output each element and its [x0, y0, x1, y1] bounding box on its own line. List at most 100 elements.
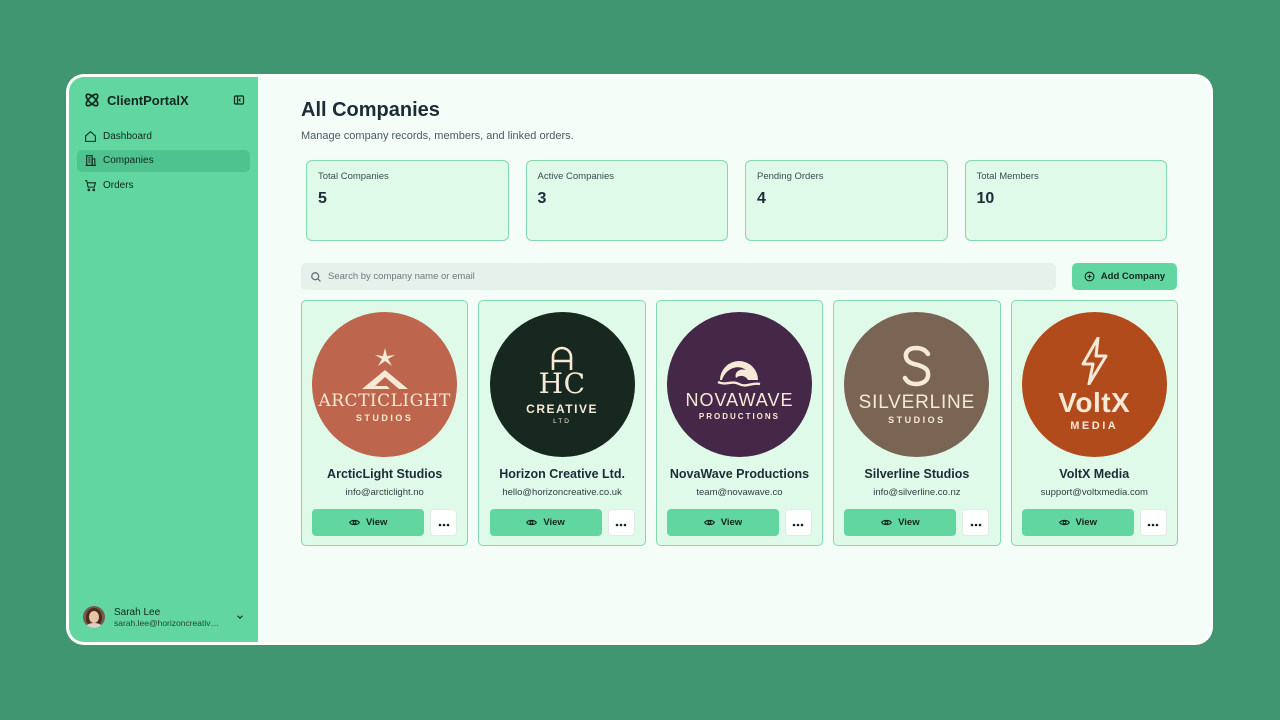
toolbar: Add Company	[301, 263, 1177, 290]
company-email: info@silverline.co.nz	[873, 487, 961, 498]
stat-label: Total Members	[976, 171, 1039, 182]
ellipsis-icon	[615, 514, 627, 532]
cart-icon	[83, 178, 97, 192]
eye-icon	[1058, 517, 1070, 528]
logo-subtext: MEDIA	[1070, 420, 1119, 432]
eye-icon	[349, 517, 360, 528]
view-button[interactable]: View	[312, 509, 425, 536]
logo-wordmark: SILVERLINE	[858, 391, 976, 413]
more-options-button[interactable]	[1139, 509, 1167, 536]
page-title: All Companies	[301, 99, 440, 121]
view-label: View	[1075, 517, 1097, 528]
building-icon	[83, 154, 97, 168]
app-name: ClientPortalX	[107, 92, 189, 108]
user-email: sarah.lee@horizoncreative.co.uk	[114, 617, 222, 628]
view-button[interactable]: View	[844, 509, 957, 536]
stat-value: 5	[318, 190, 327, 207]
view-label: View	[898, 517, 920, 528]
sidebar-item-label: Orders	[103, 179, 134, 191]
sidebar-item-companies[interactable]: Companies	[77, 149, 250, 172]
logo-wordmark: VoltX	[1058, 387, 1131, 418]
silverline-s-mark-icon	[900, 345, 934, 387]
logo-wordmark: HC	[538, 367, 586, 400]
company-card: SILVERLINE STUDIOS Silverline Studios in…	[833, 300, 1001, 546]
company-name: Silverline Studios	[864, 467, 970, 481]
company-email: hello@horizoncreative.co.uk	[502, 487, 622, 498]
app-logo-icon	[83, 91, 101, 109]
search-input[interactable]	[328, 271, 728, 282]
company-grid: ARCTICLIGHT STUDIOS ArcticLight Studios …	[301, 300, 1178, 546]
logo-wordmark: ARCTICLIGHT	[318, 391, 451, 411]
user-name: Sarah Lee	[114, 606, 161, 618]
sidebar-item-label: Companies	[103, 155, 154, 166]
company-email: support@voltxmedia.com	[1040, 487, 1148, 498]
brand: ClientPortalX	[69, 77, 258, 123]
lightning-bolt-icon	[1079, 337, 1109, 385]
logo-subtext-secondary: LTD	[553, 418, 571, 425]
eye-icon	[526, 517, 538, 528]
stat-label: Pending Orders	[757, 171, 824, 182]
company-name: ArcticLight Studios	[327, 467, 443, 481]
company-card: NOVAWAVE PRODUCTIONS NovaWave Production…	[655, 300, 824, 546]
eye-icon	[703, 517, 715, 528]
ellipsis-icon	[792, 514, 804, 532]
company-email: info@arcticlight.no	[345, 487, 424, 498]
company-logo: VoltX MEDIA	[1021, 312, 1167, 457]
more-options-button[interactable]	[607, 509, 635, 536]
chevron-down-icon[interactable]	[234, 611, 246, 623]
company-name: VoltX Media	[1059, 467, 1130, 481]
sidebar-toggle-icon[interactable]	[232, 93, 246, 107]
more-options-button[interactable]	[962, 509, 990, 536]
plus-circle-icon	[1084, 271, 1096, 283]
wave-mark-icon	[716, 348, 762, 388]
logo-subtext: STUDIOS	[888, 414, 946, 425]
ellipsis-icon	[970, 514, 982, 532]
view-button[interactable]: View	[1021, 509, 1134, 536]
stat-value: 10	[976, 190, 995, 207]
sidebar-nav: Dashboard Companies Orders	[69, 125, 258, 196]
arcticlight-mark-icon	[357, 346, 413, 390]
home-icon	[83, 129, 97, 143]
app-frame: ClientPortalX Dashboard Companies Orders…	[69, 77, 1210, 642]
company-logo: NOVAWAVE PRODUCTIONS	[666, 312, 812, 457]
company-card: VoltX MEDIA VoltX Media support@voltxmed…	[1010, 300, 1178, 546]
stat-label: Active Companies	[537, 171, 615, 182]
view-button[interactable]: View	[489, 509, 602, 536]
logo-subtext: CREATIVE	[526, 402, 598, 416]
more-options-button[interactable]	[784, 509, 812, 536]
stat-card-total-members: Total Members 10	[964, 160, 1167, 241]
view-button[interactable]: View	[666, 509, 779, 536]
user-menu[interactable]: Sarah Lee sarah.lee@horizoncreative.co.u…	[69, 606, 258, 628]
search-box[interactable]	[301, 263, 1056, 290]
search-icon	[310, 271, 322, 283]
sidebar: ClientPortalX Dashboard Companies Orders…	[69, 77, 258, 642]
add-company-button[interactable]: Add Company	[1072, 263, 1177, 290]
company-logo: HC CREATIVE LTD	[489, 312, 635, 457]
company-card: ARCTICLIGHT STUDIOS ArcticLight Studios …	[301, 300, 469, 546]
sidebar-item-label: Dashboard	[103, 130, 152, 142]
card-actions: View	[489, 509, 635, 536]
more-options-button[interactable]	[430, 509, 458, 536]
stats-row: Total Companies 5 Active Companies 3 Pen…	[301, 160, 1167, 241]
stat-card-active-companies: Active Companies 3	[525, 160, 728, 241]
add-company-label: Add Company	[1100, 271, 1166, 282]
logo-subtext: PRODUCTIONS	[698, 412, 781, 421]
ellipsis-icon	[438, 514, 450, 532]
card-actions: View	[1021, 509, 1167, 536]
sidebar-item-dashboard[interactable]: Dashboard	[77, 125, 250, 147]
card-actions: View	[844, 509, 990, 536]
stat-value: 4	[757, 190, 766, 207]
view-label: View	[365, 517, 388, 528]
card-actions: View	[312, 509, 458, 536]
ellipsis-icon	[1147, 514, 1159, 532]
company-logo: SILVERLINE STUDIOS	[844, 312, 990, 457]
logo-wordmark: NOVAWAVE	[685, 390, 794, 410]
stat-label: Total Companies	[318, 171, 389, 182]
sidebar-item-orders[interactable]: Orders	[77, 174, 250, 196]
card-actions: View	[666, 509, 812, 536]
eye-icon	[881, 517, 893, 528]
company-name: NovaWave Productions	[669, 467, 810, 481]
company-card: HC CREATIVE LTD Horizon Creative Ltd. he…	[478, 300, 646, 546]
logo-subtext: STUDIOS	[355, 413, 414, 423]
view-label: View	[720, 517, 743, 528]
